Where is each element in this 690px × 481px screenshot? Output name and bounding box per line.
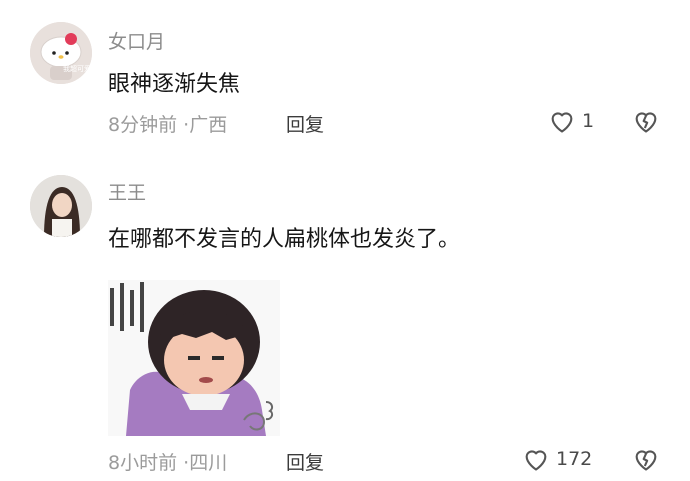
comment-time: 8分钟前 <box>108 114 178 136</box>
comment-item: 我超可爱 女口月 眼神逐渐失焦 8分钟前 ·广西 回复 1 <box>0 0 690 150</box>
comment-meta: 8分钟前 ·广西 <box>108 110 227 137</box>
reply-button[interactable]: 回复 <box>286 110 324 137</box>
heart-outline-icon <box>551 112 573 133</box>
comment-text: 眼神逐渐失焦 <box>108 72 241 97</box>
reply-button[interactable]: 回复 <box>286 448 324 475</box>
comment-location: 四川 <box>189 452 228 474</box>
broken-heart-icon <box>635 112 657 133</box>
username[interactable]: 王王 <box>108 178 146 205</box>
broken-heart-icon <box>635 450 657 471</box>
like-button[interactable]: 172 <box>522 446 592 472</box>
like-count: 1 <box>582 110 595 132</box>
dislike-button[interactable] <box>632 108 660 138</box>
username[interactable]: 女口月 <box>108 27 165 54</box>
comment-meta: 8小时前 ·四川 <box>108 448 227 475</box>
comment-text: 在哪都不发言的人扁桃体也发炎了。 <box>108 227 461 252</box>
avatar[interactable] <box>30 175 92 237</box>
comment-time: 8小时前 <box>108 452 178 474</box>
like-button[interactable]: 1 <box>548 108 594 134</box>
comment-item: 王王 在哪都不发言的人扁桃体也发炎了。 8小时前 ·四川 回复 172 <box>0 150 690 481</box>
like-count: 172 <box>556 448 593 470</box>
comment-location: 广西 <box>189 114 228 136</box>
heart-outline-icon <box>525 450 547 471</box>
cartoon-sticker[interactable] <box>108 280 280 436</box>
avatar[interactable]: 我超可爱 <box>30 22 92 84</box>
dislike-button[interactable] <box>632 446 660 476</box>
avatar-caption: 我超可爱 <box>63 64 91 73</box>
